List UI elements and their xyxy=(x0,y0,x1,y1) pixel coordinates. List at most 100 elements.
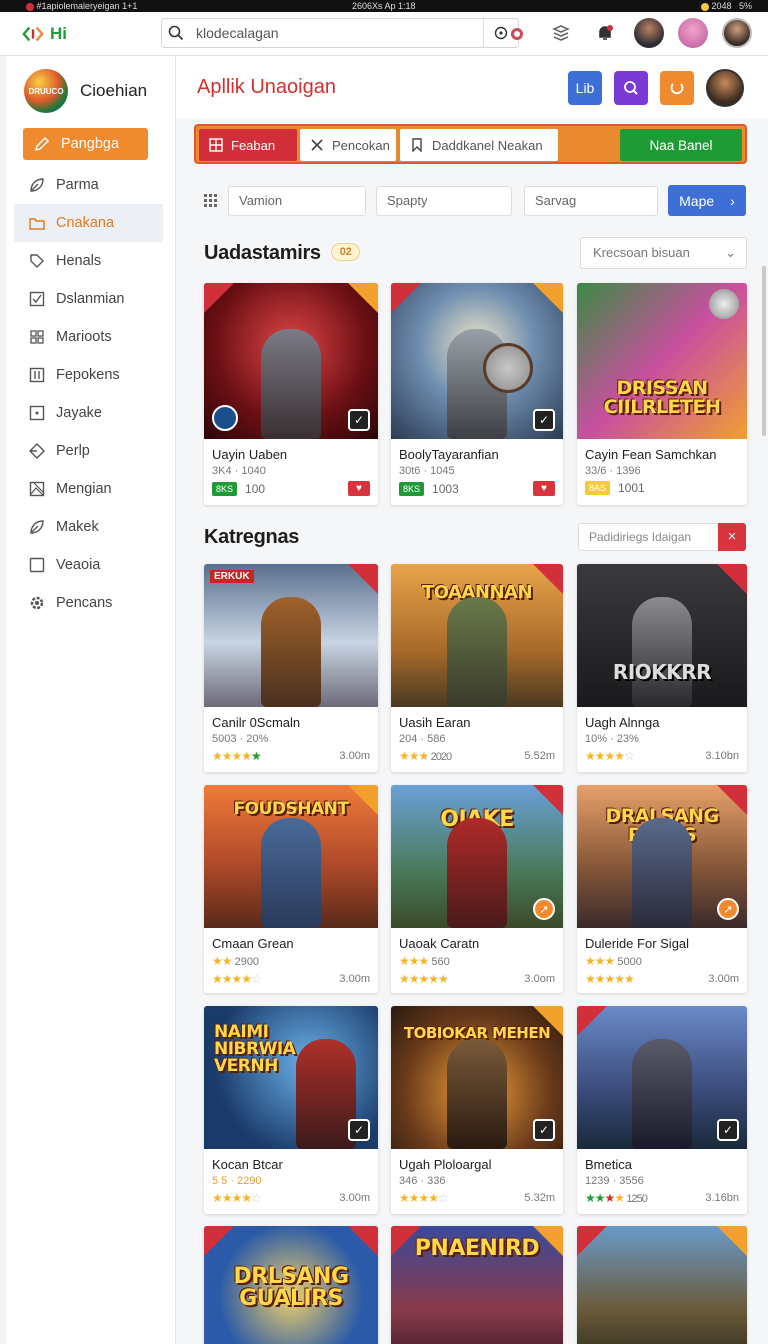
game-card[interactable]: DRISSAN CIILRLETEH Cayin Fean Samchkan 3… xyxy=(577,283,747,505)
gear-icon xyxy=(30,596,44,610)
game-card[interactable]: NAIMI NIBRWIA VERNH ✓ Kocan Btcar 5 5 · … xyxy=(204,1006,378,1214)
mape-button[interactable]: Mape › xyxy=(668,185,746,216)
bell-icon[interactable] xyxy=(590,18,620,48)
card-size: 3.0om xyxy=(524,973,555,985)
tab-naa-banel[interactable]: Naa Banel xyxy=(620,129,742,161)
tab-label: Naa Banel xyxy=(649,137,713,153)
sidebar-item-fepokens[interactable]: Fepokens xyxy=(6,356,176,394)
category-search[interactable]: Padidiriegs Idaigan × xyxy=(578,523,746,551)
favorite-heart-icon[interactable]: ♥ xyxy=(533,481,555,496)
lib-button[interactable]: Lib xyxy=(568,71,602,105)
character-figure xyxy=(261,597,321,707)
sidebar-item-makek[interactable]: Makek xyxy=(6,508,176,546)
game-card[interactable]: ✓ Bmetica 1239 · 3556 ★★★★ 1250 3.16bn xyxy=(577,1006,747,1214)
sidebar-item-label: Henals xyxy=(56,253,102,269)
rating-stars: ★★★★★ xyxy=(585,972,635,986)
sidebar-brand[interactable]: DRUUCO Cioehian xyxy=(24,69,147,113)
sidebar-item-dslanmian[interactable]: Dslanmian xyxy=(6,280,176,318)
sidebar-item-pangbga[interactable]: Pangbga xyxy=(23,128,148,160)
tab-daddkanel[interactable]: Daddkanel Neakan xyxy=(400,129,558,161)
sidebar-item-label: Perlp xyxy=(56,443,90,459)
avatar-profile[interactable] xyxy=(722,18,752,48)
game-card[interactable]: TOBIOKAR MEHEN ✓ Ugah Ploloargal 346 · 3… xyxy=(391,1006,563,1214)
game-card[interactable]: ✓ Uayin Uaben 3K4 · 1040 8KS 100 ♥ xyxy=(204,283,378,505)
game-card[interactable]: TOAANNAN Uasih Earan 204 · 586 ★★★ 2020 5… xyxy=(391,564,563,772)
refresh-button[interactable] xyxy=(660,71,694,105)
game-art: NAIMI NIBRWIA VERNH ✓ xyxy=(204,1006,378,1149)
character-figure xyxy=(632,597,692,707)
search-input[interactable] xyxy=(190,25,483,41)
sidebar-item-henals[interactable]: Henals xyxy=(6,242,176,280)
avatar-user-2[interactable] xyxy=(678,18,708,48)
grid-view-icon[interactable] xyxy=(204,194,218,208)
card-meta: 5000 xyxy=(617,956,642,968)
game-card[interactable]: RIOKKRR Uagh Alnnga 10% · 23% ★★★★☆ 3.10b… xyxy=(577,564,747,772)
card-title: Canilr 0Scmaln xyxy=(212,715,301,730)
search-icon xyxy=(162,19,190,47)
diamond-icon xyxy=(29,443,45,459)
controller-icon: ✓ xyxy=(533,409,555,431)
character-figure xyxy=(632,818,692,928)
tab-pencokan[interactable]: Pencokan xyxy=(300,129,396,161)
rating-stars: ★★★★☆ xyxy=(399,1191,449,1205)
close-icon[interactable]: × xyxy=(718,523,746,551)
section-title-categories: Katregnas xyxy=(204,526,299,549)
scrollbar-thumb[interactable] xyxy=(762,266,766,436)
card-size: 5.32m xyxy=(524,1192,555,1204)
game-art: ERKUK xyxy=(204,564,378,707)
controller-icon: ✓ xyxy=(348,1119,370,1141)
image-icon xyxy=(29,481,45,497)
layers-icon[interactable] xyxy=(546,18,576,48)
tab-label: Feaban xyxy=(231,137,276,153)
favorite-heart-icon[interactable]: ♥ xyxy=(348,481,370,496)
page-title: Apllik Unaoigan xyxy=(197,76,336,98)
game-art: PNAENIRD xyxy=(391,1226,563,1344)
sidebar-item-parma[interactable]: Parma xyxy=(6,166,176,204)
game-card[interactable]: PNAENIRD xyxy=(391,1226,563,1344)
app-root: { "status_bar": {"left": "#1apiolemalery… xyxy=(0,0,768,1344)
sidebar-item-mengian[interactable]: Mengian xyxy=(6,470,176,508)
game-card[interactable]: DRALSANG PIAKIS ↗ Duleride For Sigal ★★★… xyxy=(577,785,747,993)
game-card[interactable]: ✓ BoolyTayaranfian 30t6 · 1045 8KS 1003 ♥ xyxy=(391,283,563,505)
sidebar-item-pencans[interactable]: Pencans xyxy=(6,584,176,622)
search-bar[interactable] xyxy=(161,18,519,48)
main-content: Apllik Unaoigan Lib Feaban Pencokan Dadd… xyxy=(176,56,768,1344)
bug-icon[interactable] xyxy=(502,18,532,48)
avatar-user-1[interactable] xyxy=(634,18,664,48)
brand-badge-text: DRUUCO xyxy=(28,86,64,96)
game-art: FOUDSHANT xyxy=(204,785,378,928)
game-card[interactable]: DRLSANG GUALIRS xyxy=(204,1226,378,1344)
table-icon xyxy=(209,138,223,152)
ribbon-corner xyxy=(533,283,563,313)
card-size: 3.16bn xyxy=(705,1192,739,1204)
card-title: Uasih Earan xyxy=(399,715,471,730)
search-action-button[interactable] xyxy=(614,71,648,105)
sidebar-item-veaoia[interactable]: Veaoia xyxy=(6,546,176,584)
ribbon-corner xyxy=(577,1006,607,1036)
search-icon xyxy=(624,81,638,95)
sidebar-item-marioots[interactable]: Marioots xyxy=(6,318,176,356)
status-left-extra: 1+1 xyxy=(122,1,138,11)
leaf-icon xyxy=(30,178,44,192)
sidebar-item-label: Parma xyxy=(56,177,99,193)
filter-vamion[interactable]: Vamion xyxy=(228,186,366,216)
sort-dropdown[interactable]: Krecsoan bisuan ⌄ xyxy=(580,237,747,269)
sidebar-item-perlp[interactable]: Perlp xyxy=(6,432,176,470)
game-card[interactable]: FOUDSHANT Cmaan Grean ★★ 2900 ★★★★☆ 3.00m xyxy=(204,785,378,993)
card-meta: 30t6 · 1045 xyxy=(399,465,455,477)
game-card[interactable]: OIAKE ↗ Uaoak Caratn ★★★ 560 ★★★★★ 3.0om xyxy=(391,785,563,993)
filter-sarvag[interactable]: Sarvag xyxy=(524,186,658,216)
sidebar-item-cnakana[interactable]: Cnakana xyxy=(14,204,163,242)
game-card[interactable]: ERKUK Canilr 0Scmaln 5003 · 20% ★★★★★ 3.0… xyxy=(204,564,378,772)
card-title: Kocan Btcar xyxy=(212,1157,283,1172)
card-size: 5.52m xyxy=(524,750,555,762)
app-logo[interactable]: Hi xyxy=(22,22,82,46)
tab-feaban[interactable]: Feaban xyxy=(199,129,297,161)
filter-spapty[interactable]: Spapty xyxy=(376,186,512,216)
card-title: BoolyTayaranfian xyxy=(399,447,499,462)
game-card[interactable] xyxy=(577,1226,747,1344)
header-avatar[interactable] xyxy=(706,69,744,107)
character-figure xyxy=(295,1039,356,1149)
ribbon-corner xyxy=(533,564,563,594)
sidebar-item-jayake[interactable]: Jayake xyxy=(6,394,176,432)
